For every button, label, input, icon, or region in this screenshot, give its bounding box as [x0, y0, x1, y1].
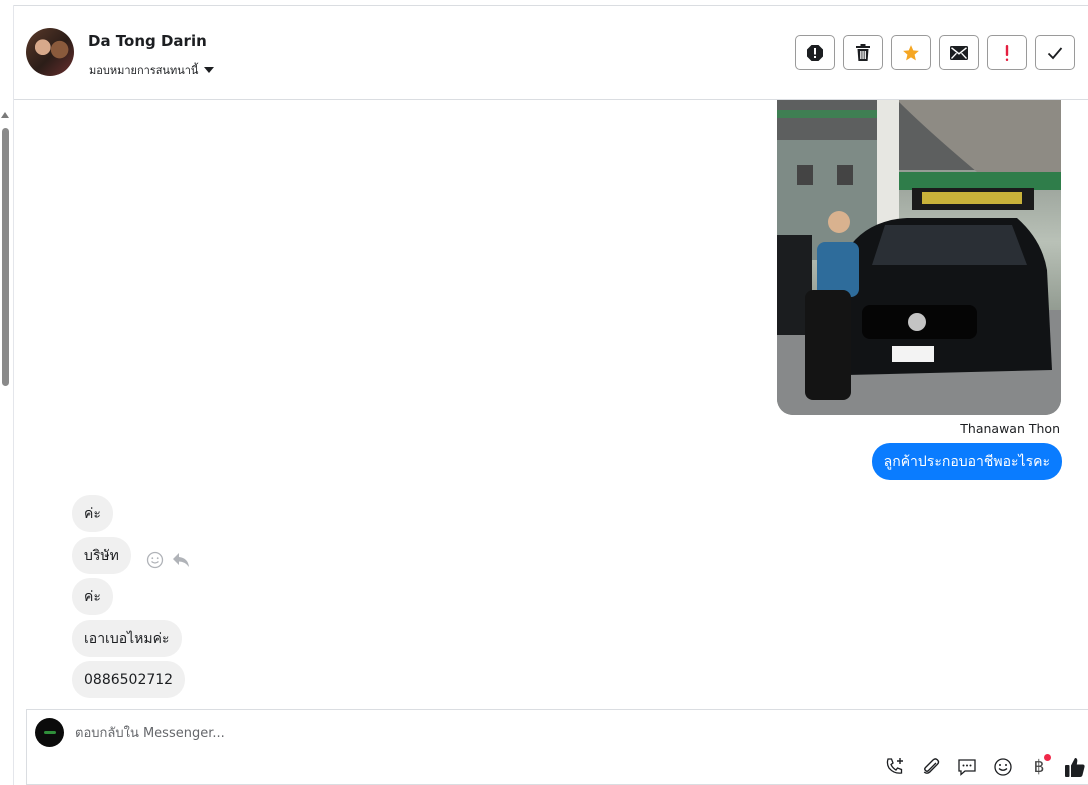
composer-tools: ฿ [884, 754, 1088, 778]
header-actions [795, 35, 1075, 70]
outgoing-message[interactable]: ลูกค้าประกอบอาชีพอะไรคะ [871, 443, 1062, 480]
attach-button[interactable] [920, 756, 942, 778]
assign-label: มอบหมายการสนทนานี้ [89, 64, 199, 77]
emoji-button[interactable] [992, 756, 1014, 778]
reply-input[interactable] [75, 722, 775, 744]
photo-content [777, 100, 1061, 415]
incoming-message[interactable]: บริษัท [72, 537, 131, 574]
follow-up-button[interactable] [987, 35, 1027, 70]
caret-down-icon [204, 67, 215, 73]
message-tools [146, 551, 190, 569]
saved-reply-button[interactable] [956, 756, 978, 778]
payment-button[interactable]: ฿ [1028, 754, 1051, 778]
page-avatar [35, 718, 64, 747]
left-divider [13, 5, 14, 785]
envelope-icon [950, 45, 968, 60]
scrollbar-thumb[interactable] [2, 128, 9, 386]
incoming-message[interactable]: 0886502712 [72, 661, 186, 698]
star-button[interactable] [891, 35, 931, 70]
scroll-up-arrow[interactable] [1, 112, 9, 118]
delete-button[interactable] [843, 35, 883, 70]
incoming-message[interactable]: ค่ะ [72, 495, 113, 532]
star-icon [903, 44, 919, 60]
paperclip-icon [923, 758, 940, 774]
like-button[interactable] [1064, 756, 1086, 778]
incoming-message[interactable]: ค่ะ [72, 578, 113, 615]
notification-dot [1044, 754, 1051, 761]
done-button[interactable] [1035, 35, 1075, 70]
alert-octagon-icon [807, 44, 823, 61]
mark-unread-button[interactable] [939, 35, 979, 70]
contact-name[interactable]: Da Tong Darin [88, 32, 207, 50]
shared-photo[interactable] [777, 100, 1061, 415]
outgoing-sender-name: Thanawan Thon [960, 421, 1060, 436]
reply-composer: ฿ [26, 709, 1088, 785]
contact-avatar[interactable] [26, 28, 74, 76]
phone-add-icon [886, 758, 903, 774]
baht-icon: ฿ [1033, 757, 1045, 777]
reply-arrow-icon[interactable] [172, 552, 190, 568]
conversation-header: Da Tong Darin มอบหมายการสนทนานี้ [14, 6, 1088, 100]
like-icon [1065, 758, 1085, 777]
react-emoji-icon[interactable] [146, 551, 164, 569]
call-button[interactable] [884, 756, 906, 778]
exclamation-icon [1005, 44, 1009, 61]
incoming-message[interactable]: เอาเบอไหมค่ะ [72, 620, 182, 657]
report-button[interactable] [795, 35, 835, 70]
check-icon [1047, 46, 1063, 59]
trash-icon [856, 43, 870, 61]
emoji-icon [994, 758, 1012, 776]
assign-conversation-dropdown[interactable]: มอบหมายการสนทนานี้ [89, 61, 215, 79]
saved-reply-icon [958, 759, 976, 776]
